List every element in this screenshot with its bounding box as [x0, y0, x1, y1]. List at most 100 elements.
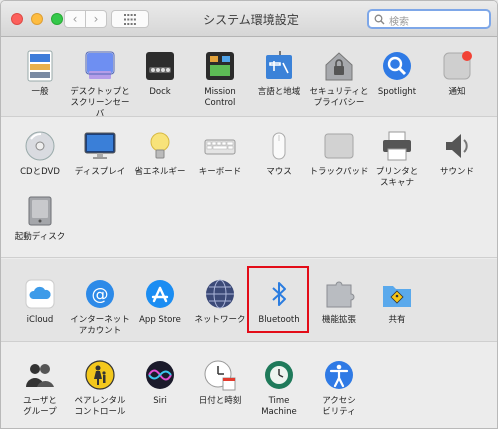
pref-icloud[interactable]: iCloud — [8, 277, 72, 326]
pref-sound[interactable]: サウンド — [425, 129, 489, 178]
pref-mouse[interactable]: マウス — [247, 129, 311, 178]
pref-spotlight[interactable]: Spotlight — [365, 49, 429, 98]
desktop-screensaver-icon — [83, 49, 117, 83]
mission-control-icon — [203, 49, 237, 83]
language-region-icon — [262, 49, 296, 83]
pref-label: 一般 — [31, 87, 49, 97]
pref-trackpad[interactable]: トラックパッド — [307, 129, 371, 178]
keyboard-icon — [203, 129, 237, 163]
pref-language-region[interactable]: 言語と地域 — [247, 49, 311, 98]
pref-label: デスクトップと スクリーンセーバ — [70, 87, 130, 119]
zoom-window-button[interactable] — [51, 13, 63, 25]
pref-label: インターネット アカウント — [70, 315, 130, 336]
pref-label: 通知 — [448, 87, 466, 97]
pref-label: ペアレンタル コントロール — [74, 396, 126, 417]
grid-icon — [124, 14, 136, 25]
forward-button[interactable]: › — [85, 10, 107, 28]
startup-disk-icon — [23, 194, 57, 228]
sound-icon — [440, 129, 474, 163]
pref-label: 機能拡張 — [321, 315, 356, 325]
network-icon — [203, 277, 237, 311]
pref-label: Spotlight — [377, 87, 417, 97]
search-field[interactable]: 検索 — [367, 9, 491, 29]
pref-label: Time Machine — [261, 396, 297, 417]
pref-accessibility[interactable]: アクセシ ビリティ — [307, 358, 371, 418]
close-window-button[interactable] — [11, 13, 23, 25]
pref-label: 日付と時刻 — [198, 396, 242, 406]
pref-keyboard[interactable]: キーボード — [188, 129, 252, 178]
pref-label: iCloud — [26, 315, 54, 325]
users-groups-icon — [23, 358, 57, 392]
sharing-icon — [380, 277, 414, 311]
pref-label: セキュリティと プライバシー — [309, 87, 369, 108]
pref-label: サウンド — [439, 167, 474, 177]
pref-label: Siri — [153, 396, 167, 406]
spotlight-icon — [380, 49, 414, 83]
pref-label: マウス — [266, 167, 292, 177]
cd-dvd-icon — [23, 129, 57, 163]
pref-internet-accounts[interactable]: @ インターネット アカウント — [68, 277, 132, 337]
pref-label: Dock — [149, 87, 171, 97]
window-title: システム環境設定 — [203, 13, 299, 27]
energy-saver-icon — [143, 129, 177, 163]
search-icon — [374, 14, 385, 25]
pref-label: ディスプレイ — [74, 167, 126, 177]
pref-label: 起動ディスク — [14, 232, 66, 242]
pref-label: 省エネルギー — [134, 167, 186, 177]
accessibility-icon — [322, 358, 356, 392]
pref-label: 言語と地域 — [257, 87, 301, 97]
pref-desktop-screensaver[interactable]: デスクトップと スクリーンセーバ — [68, 49, 132, 120]
notifications-icon — [440, 49, 474, 83]
pref-notifications[interactable]: 通知 — [425, 49, 489, 98]
pref-label: プリンタと スキャナ — [375, 167, 419, 188]
pref-energy-saver[interactable]: 省エネルギー — [128, 129, 192, 178]
pref-users-groups[interactable]: ユーザと グループ — [8, 358, 72, 418]
pref-label: 共有 — [388, 315, 406, 325]
pref-label: CDとDVD — [20, 167, 60, 177]
pref-label: キーボード — [198, 167, 242, 177]
mouse-icon — [262, 129, 296, 163]
general-icon — [23, 49, 57, 83]
internet-accounts-icon: @ — [83, 277, 117, 311]
pref-printers-scanners[interactable]: プリンタと スキャナ — [365, 129, 429, 189]
search-placeholder: 検索 — [389, 17, 409, 28]
time-machine-icon — [262, 358, 296, 392]
pref-label: アクセシ ビリティ — [322, 396, 356, 417]
printer-icon — [380, 129, 414, 163]
pref-parental-controls[interactable]: ペアレンタル コントロール — [68, 358, 132, 418]
pref-cd-dvd[interactable]: CDとDVD — [8, 129, 72, 178]
pref-general[interactable]: 一般 — [8, 49, 72, 98]
minimize-window-button[interactable] — [31, 13, 43, 25]
pref-label: App Store — [139, 315, 181, 325]
pref-sharing[interactable]: 共有 — [365, 277, 429, 326]
title-bar: ‹ › システム環境設定 検索 — [1, 1, 497, 37]
pref-extensions[interactable]: 機能拡張 — [307, 277, 371, 326]
date-time-icon — [203, 358, 237, 392]
pref-label: ネットワーク — [194, 315, 246, 325]
dock-icon — [143, 49, 177, 83]
bluetooth-highlight-box — [247, 266, 309, 333]
displays-icon — [83, 129, 117, 163]
pref-mission-control[interactable]: Mission Control — [188, 49, 252, 109]
pref-app-store[interactable]: App Store — [128, 277, 192, 326]
extensions-icon — [322, 277, 356, 311]
back-button[interactable]: ‹ — [64, 10, 86, 28]
pref-date-time[interactable]: 日付と時刻 — [188, 358, 252, 407]
pref-label: ユーザと グループ — [23, 396, 57, 417]
pref-displays[interactable]: ディスプレイ — [68, 129, 132, 178]
app-store-icon — [143, 277, 177, 311]
icloud-icon — [23, 277, 57, 311]
pref-label: Mission Control — [204, 87, 236, 108]
pref-network[interactable]: ネットワーク — [188, 277, 252, 326]
parental-controls-icon — [83, 358, 117, 392]
pref-startup-disk[interactable]: 起動ディスク — [8, 194, 72, 243]
pref-time-machine[interactable]: Time Machine — [247, 358, 311, 418]
pref-dock[interactable]: Dock — [128, 49, 192, 98]
svg-text:@: @ — [92, 285, 109, 305]
trackpad-icon — [322, 129, 356, 163]
show-all-button[interactable] — [111, 10, 149, 28]
pref-label: トラックパッド — [309, 167, 369, 177]
pref-security-privacy[interactable]: セキュリティと プライバシー — [307, 49, 371, 109]
pref-siri[interactable]: Siri — [128, 358, 192, 407]
siri-icon — [143, 358, 177, 392]
